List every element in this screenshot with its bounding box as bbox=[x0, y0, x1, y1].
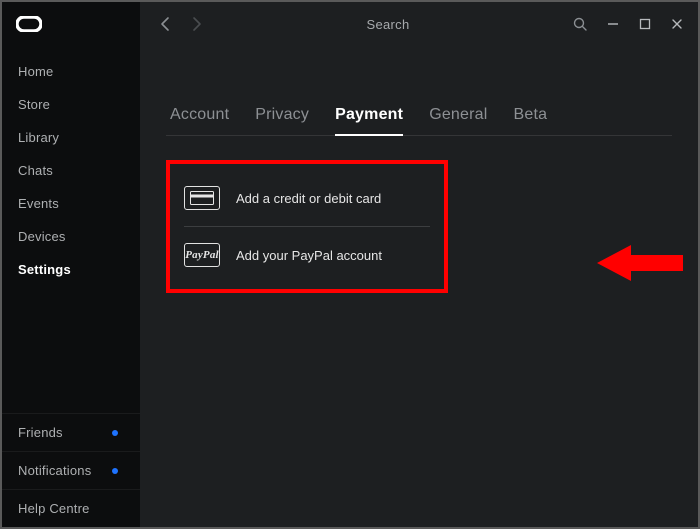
add-card-label: Add a credit or debit card bbox=[236, 191, 381, 206]
sidebar: Home Store Library Chats Events Devices … bbox=[2, 2, 140, 527]
forward-button[interactable] bbox=[184, 12, 208, 36]
sidebar-item-label: Friends bbox=[18, 425, 63, 440]
brand-row bbox=[2, 12, 140, 49]
main-panel: Search Account Privacy Payme bbox=[140, 2, 698, 527]
badge-dot-icon bbox=[112, 468, 118, 474]
tab-general[interactable]: General bbox=[429, 100, 487, 135]
badge-dot-icon bbox=[112, 430, 118, 436]
paypal-icon: PayPal bbox=[184, 243, 220, 267]
window-maximize-button[interactable] bbox=[634, 13, 656, 35]
paypal-brand-text: PayPal bbox=[185, 249, 219, 261]
back-button[interactable] bbox=[154, 12, 178, 36]
oculus-logo-icon bbox=[16, 16, 42, 35]
add-paypal-option[interactable]: PayPal Add your PayPal account bbox=[170, 227, 444, 283]
sidebar-item-home[interactable]: Home bbox=[2, 55, 140, 88]
sidebar-item-label: Help Centre bbox=[18, 501, 90, 516]
add-card-option[interactable]: Add a credit or debit card bbox=[170, 170, 444, 226]
tab-account[interactable]: Account bbox=[170, 100, 229, 135]
tab-beta[interactable]: Beta bbox=[514, 100, 548, 135]
tab-payment[interactable]: Payment bbox=[335, 100, 403, 136]
sidebar-item-chats[interactable]: Chats bbox=[2, 154, 140, 187]
search-icon[interactable] bbox=[568, 12, 592, 36]
window-minimize-button[interactable] bbox=[602, 13, 624, 35]
sidebar-item-friends[interactable]: Friends bbox=[2, 413, 140, 451]
add-paypal-label: Add your PayPal account bbox=[236, 248, 382, 263]
sidebar-item-library[interactable]: Library bbox=[2, 121, 140, 154]
payment-options-highlight-box: Add a credit or debit card PayPal Add yo… bbox=[166, 160, 448, 293]
sidebar-nav: Home Store Library Chats Events Devices … bbox=[2, 49, 140, 286]
credit-card-icon bbox=[184, 186, 220, 210]
settings-tabs: Account Privacy Payment General Beta bbox=[166, 100, 672, 136]
sidebar-bottom-nav: Friends Notifications Help Centre bbox=[2, 413, 140, 527]
topbar: Search bbox=[140, 2, 698, 46]
sidebar-item-help-centre[interactable]: Help Centre bbox=[2, 489, 140, 527]
nav-arrows bbox=[148, 12, 208, 36]
annotation-arrow-icon bbox=[597, 241, 687, 288]
topbar-right bbox=[568, 12, 688, 36]
sidebar-item-label: Notifications bbox=[18, 463, 91, 478]
search-input[interactable]: Search bbox=[216, 17, 560, 32]
sidebar-spacer bbox=[2, 286, 140, 413]
sidebar-item-devices[interactable]: Devices bbox=[2, 220, 140, 253]
sidebar-item-events[interactable]: Events bbox=[2, 187, 140, 220]
sidebar-item-notifications[interactable]: Notifications bbox=[2, 451, 140, 489]
content: Account Privacy Payment General Beta Add… bbox=[140, 46, 698, 293]
sidebar-item-settings[interactable]: Settings bbox=[2, 253, 140, 286]
window-close-button[interactable] bbox=[666, 13, 688, 35]
tab-privacy[interactable]: Privacy bbox=[255, 100, 309, 135]
sidebar-item-store[interactable]: Store bbox=[2, 88, 140, 121]
